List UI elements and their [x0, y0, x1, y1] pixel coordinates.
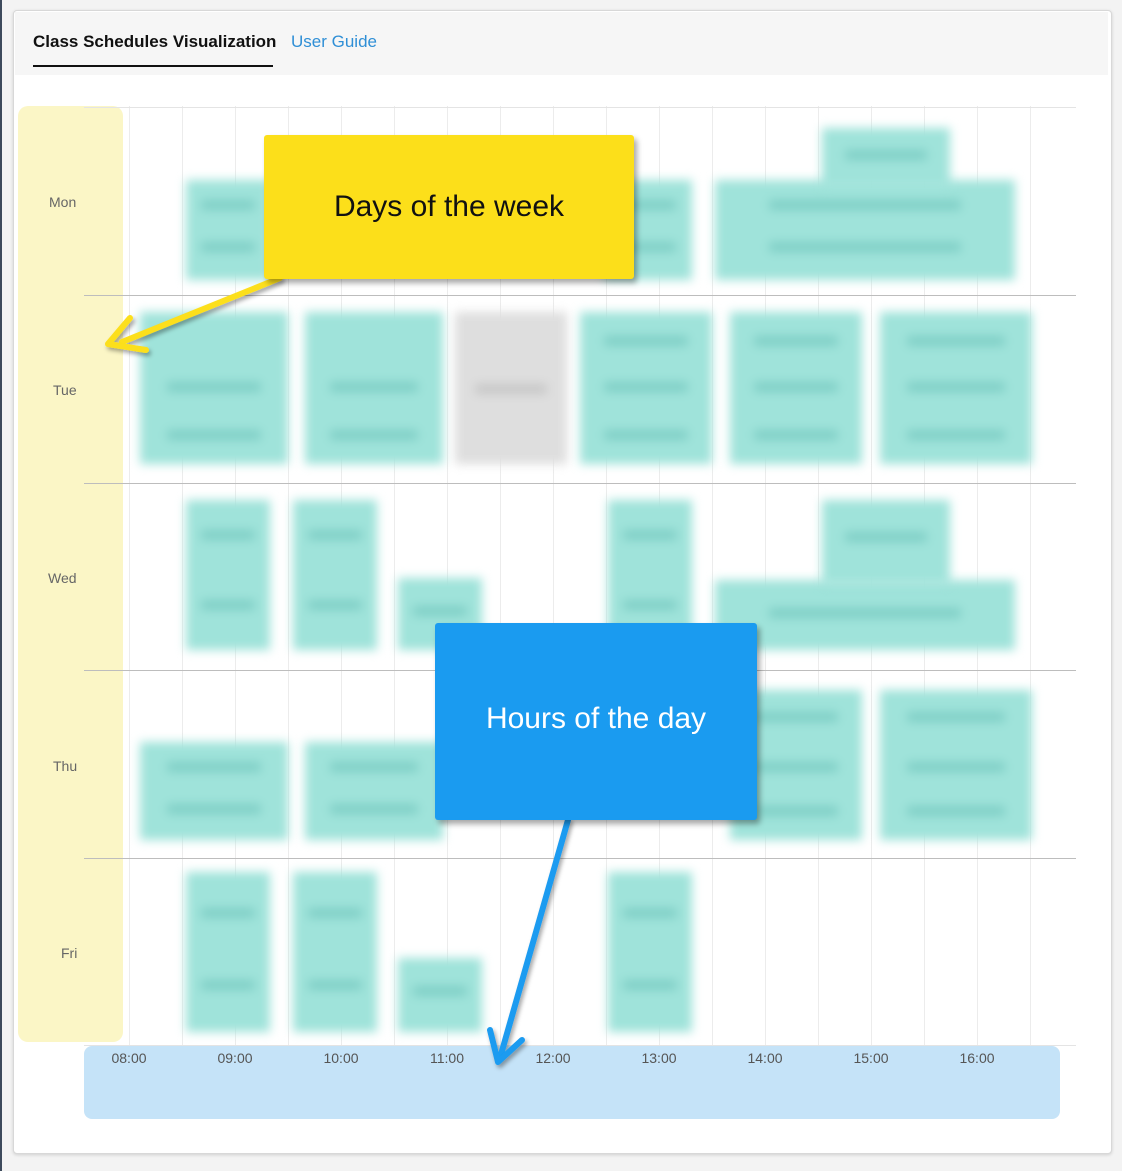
days-of-week-callout-text: Days of the week [333, 190, 565, 223]
hours-of-day-callout-text: Hours of the day [485, 701, 707, 735]
days-of-week-callout: Days of the week [264, 135, 634, 279]
hours-arrow-icon [497, 817, 571, 1061]
hours-of-day-callout: Hours of the day [435, 623, 757, 820]
days-arrow-icon [119, 275, 283, 345]
